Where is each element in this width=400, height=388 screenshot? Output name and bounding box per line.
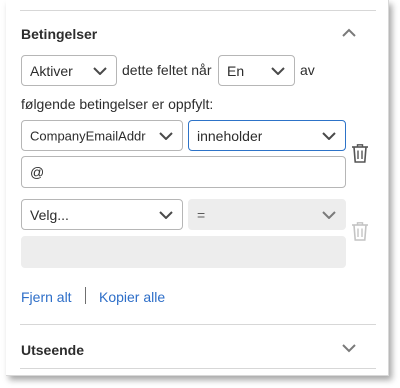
rule-1-value-text: @ [30, 164, 45, 180]
conditions-title: Betingelser [21, 26, 98, 42]
link-separator [85, 287, 86, 304]
chevron-down-icon [159, 210, 173, 219]
action-select[interactable]: Aktiver [21, 55, 117, 86]
chevron-down-icon [159, 131, 173, 140]
chevron-down-icon [322, 131, 336, 140]
trash-icon [352, 222, 368, 241]
condition-text-middle: dette feltet når [122, 62, 212, 78]
condition-text-after: av [300, 62, 315, 78]
action-select-value: Aktiver [30, 62, 73, 79]
copy-all-link[interactable]: Kopier alle [99, 289, 165, 305]
match-select-value: En [227, 62, 245, 79]
chevron-down-icon [322, 210, 336, 219]
rule-1-value-input[interactable]: @ [21, 156, 346, 188]
rule-1-field-value: CompanyEmailAddr [30, 128, 146, 143]
rule-2-value-input [21, 236, 346, 268]
rule-1-field-select[interactable]: CompanyEmailAddr [21, 120, 183, 151]
divider [20, 324, 376, 325]
properties-panel: Betingelser Aktiver dette feltet når En … [6, 0, 389, 376]
condition-text-line2: følgende betingelser er oppfylt: [21, 96, 214, 112]
rule-2-field-select[interactable]: Velg... [21, 199, 183, 230]
rule-2-operator-value: = [197, 206, 206, 223]
rule-2-operator-select: = [188, 199, 346, 230]
rule-1-operator-value: inneholder [197, 127, 263, 144]
divider [20, 368, 376, 369]
trash-icon[interactable] [351, 143, 369, 163]
chevron-down-icon [93, 66, 107, 75]
chevron-up-icon[interactable] [341, 28, 357, 38]
divider [20, 10, 376, 11]
chevron-down-icon [271, 66, 285, 75]
rule-1-operator-select[interactable]: inneholder [188, 120, 346, 151]
chevron-down-icon[interactable] [341, 343, 357, 353]
appearance-title: Utseende [21, 342, 85, 358]
remove-all-link[interactable]: Fjern alt [21, 289, 72, 305]
rule-2-field-value: Velg... [30, 206, 69, 223]
match-select[interactable]: En [218, 55, 295, 86]
